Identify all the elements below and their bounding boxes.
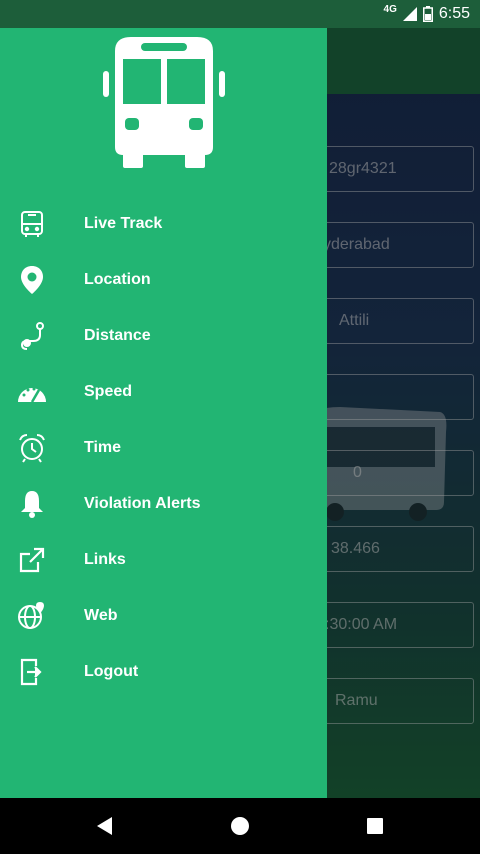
clock: 6:55 (438, 5, 470, 22)
menu-item-label: Violation Alerts (84, 495, 201, 512)
bus-icon (103, 37, 225, 168)
globe-icon (16, 600, 48, 632)
menu-item-label: Location (84, 271, 151, 288)
menu-item-label: Live Track (84, 215, 163, 232)
menu-item-violation-alerts[interactable]: Violation Alerts (0, 476, 327, 532)
system-nav-bar (0, 798, 480, 854)
menu-item-location[interactable]: Location (0, 252, 327, 308)
menu-item-live-track[interactable]: Live Track (0, 196, 327, 252)
menu-item-label: Web (84, 607, 118, 624)
signal-icon (402, 7, 417, 21)
menu-item-speed[interactable]: Speed (0, 364, 327, 420)
home-icon[interactable] (226, 812, 254, 840)
alarm-clock-icon (16, 432, 48, 464)
network-type: 4G (383, 3, 397, 15)
bell-icon (16, 488, 48, 520)
map-pin-icon (16, 264, 48, 296)
battery-icon (422, 6, 433, 22)
speedometer-icon (16, 376, 48, 408)
menu-item-distance[interactable]: Distance (0, 308, 327, 364)
menu-item-label: Time (84, 439, 122, 456)
menu-item-links[interactable]: Links (0, 532, 327, 588)
menu-item-time[interactable]: Time (0, 420, 327, 476)
menu-item-label: Logout (84, 663, 139, 680)
status-bar: 4G 6:55 (0, 0, 480, 28)
menu-item-web[interactable]: Web (0, 588, 327, 644)
logout-icon (16, 656, 48, 688)
menu-item-logout[interactable]: Logout (0, 644, 327, 700)
menu-item-label: Speed (84, 383, 133, 400)
route-icon (16, 320, 48, 352)
bus-outline-icon (16, 208, 48, 240)
menu-item-label: Links (84, 551, 126, 568)
drawer-header (0, 28, 327, 198)
drawer-menu: Live Track Location Distance Speed Time … (0, 196, 327, 700)
back-icon[interactable] (91, 812, 119, 840)
external-link-icon (16, 544, 48, 576)
navigation-drawer: Live Track Location Distance Speed Time … (0, 28, 327, 798)
recents-icon[interactable] (361, 812, 389, 840)
menu-item-label: Distance (84, 327, 151, 344)
